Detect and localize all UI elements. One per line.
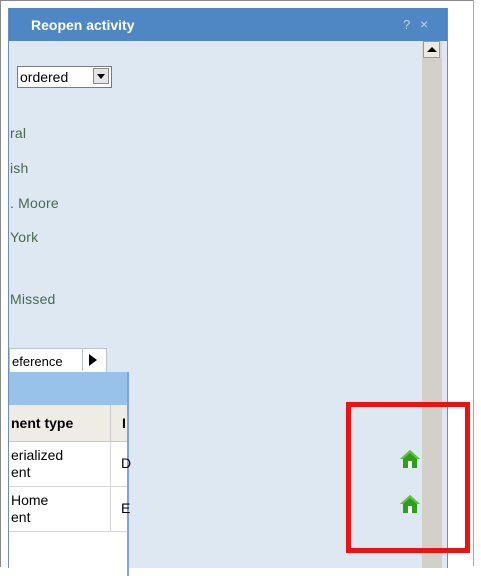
field-value: ish: [10, 160, 29, 176]
column-header-second[interactable]: I: [122, 415, 126, 431]
field-value: . Moore: [10, 195, 59, 211]
cell-second: E: [121, 500, 131, 516]
tab-scroll-right-icon[interactable]: [82, 349, 103, 371]
chevron-down-icon[interactable]: [93, 68, 109, 84]
scroll-up-icon[interactable]: [423, 41, 440, 58]
window-edge: [473, 0, 474, 566]
column-divider: [110, 487, 111, 531]
column-header-type[interactable]: nent type: [11, 415, 73, 431]
cell-type: Home ent: [11, 492, 49, 525]
field-value: ral: [10, 125, 27, 141]
column-divider[interactable]: [110, 405, 111, 441]
tab-reference[interactable]: eference: [9, 348, 107, 373]
sort-select[interactable]: ordered: [17, 66, 112, 88]
field-value: York: [10, 229, 39, 245]
grid-toolbar: [9, 372, 127, 405]
column-divider: [110, 442, 111, 486]
table-row[interactable]: erialized ent D: [9, 442, 131, 487]
cell-type: erialized ent: [11, 447, 64, 480]
dialog-title: Reopen activity: [31, 17, 135, 33]
help-icon[interactable]: ?: [403, 17, 410, 32]
grid-column-header: nent type I: [9, 405, 127, 442]
data-grid: nent type I erialized ent D Home ent E: [9, 372, 131, 576]
highlight-annotation: [346, 402, 470, 553]
table-row[interactable]: Home ent E: [9, 487, 131, 532]
field-value: Missed: [10, 291, 56, 307]
close-icon[interactable]: ×: [420, 16, 428, 32]
tab-label: eference: [12, 354, 63, 369]
dialog-titlebar[interactable]: Reopen activity ? ×: [9, 8, 447, 41]
sort-select-value: ordered: [20, 69, 69, 85]
cell-second: D: [121, 455, 132, 471]
